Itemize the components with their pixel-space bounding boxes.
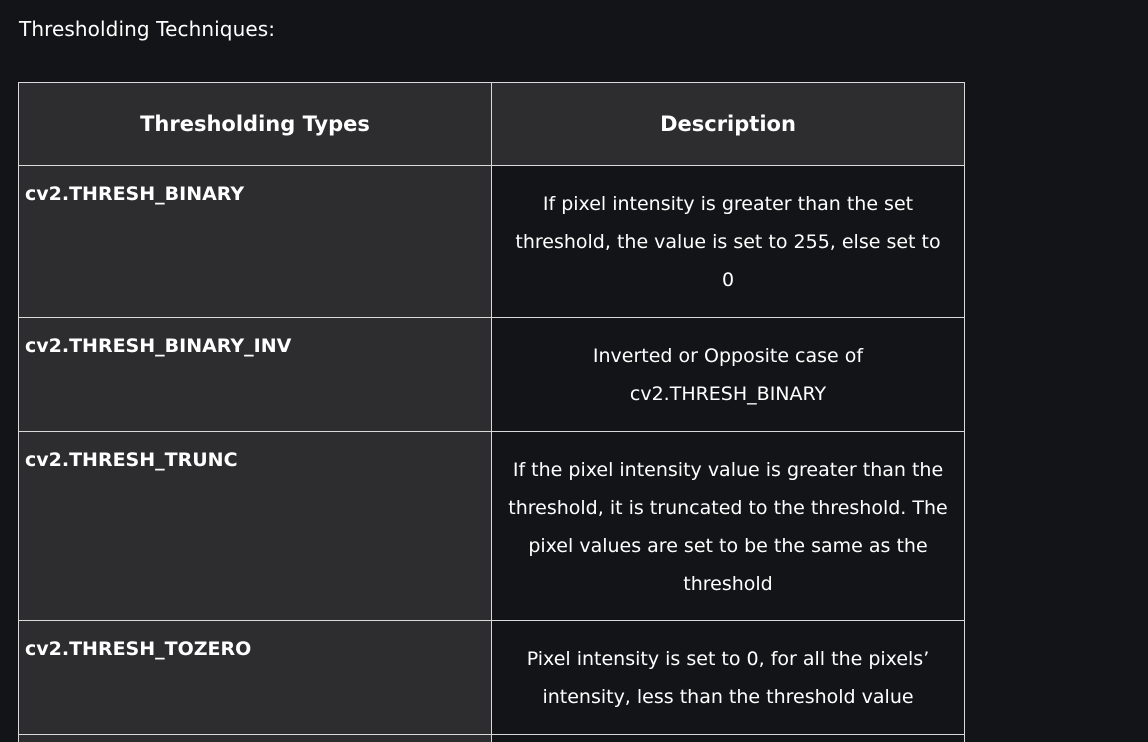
- threshold-type-cell: cv2.THRESH_TOZERO: [18, 620, 492, 735]
- article-page: Thresholding Techniques: Thresholding Ty…: [0, 0, 1148, 742]
- table-header-row: Thresholding Types Description: [18, 82, 965, 166]
- threshold-type-cell-empty: [18, 734, 492, 742]
- table-row-partial: [18, 734, 965, 742]
- description-cell: Inverted or Opposite case of cv2.THRESH_…: [491, 317, 965, 432]
- section-intro-text: Thresholding Techniques:: [19, 17, 276, 41]
- table-row: cv2.THRESH_TOZERO Pixel intensity is set…: [18, 620, 965, 735]
- description-cell-empty: [491, 734, 965, 742]
- threshold-type-cell: cv2.THRESH_TRUNC: [18, 431, 492, 621]
- table-row: cv2.THRESH_TRUNC If the pixel intensity …: [18, 431, 965, 621]
- description-cell: If pixel intensity is greater than the s…: [491, 165, 965, 318]
- thresholding-table: Thresholding Types Description cv2.THRES…: [18, 82, 965, 742]
- table-row: cv2.THRESH_BINARY_INV Inverted or Opposi…: [18, 317, 965, 432]
- table-row: cv2.THRESH_BINARY If pixel intensity is …: [18, 165, 965, 318]
- column-header-types: Thresholding Types: [18, 82, 492, 166]
- threshold-type-cell: cv2.THRESH_BINARY: [18, 165, 492, 318]
- column-header-description: Description: [491, 82, 965, 166]
- threshold-type-cell: cv2.THRESH_BINARY_INV: [18, 317, 492, 432]
- description-cell: If the pixel intensity value is greater …: [491, 431, 965, 621]
- description-cell: Pixel intensity is set to 0, for all the…: [491, 620, 965, 735]
